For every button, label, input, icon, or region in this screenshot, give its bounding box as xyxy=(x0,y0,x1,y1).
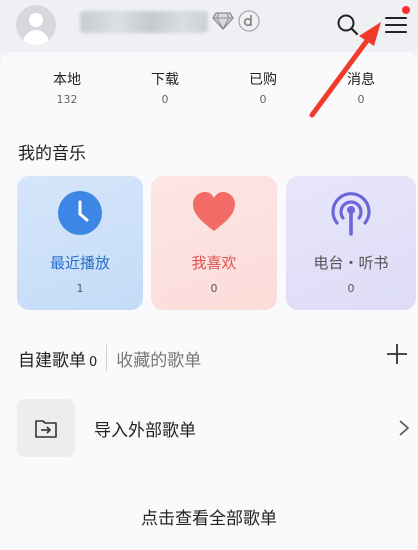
folder-import-icon xyxy=(35,420,57,438)
tab-own-playlists[interactable]: 自建歌单 0 xyxy=(18,346,97,371)
card-count: 1 xyxy=(76,282,84,295)
my-music-title: 我的音乐 xyxy=(18,144,86,164)
stat-messages[interactable]: 消息 0 xyxy=(312,70,410,116)
stat-count: 0 xyxy=(259,93,267,106)
tab-own-label: 自建歌单 xyxy=(18,350,86,371)
view-all-playlists-link[interactable]: 点击查看全部歌单 xyxy=(0,504,418,529)
favorites-card[interactable]: 我喜欢 0 xyxy=(151,176,277,310)
tab-own-count: 0 xyxy=(89,354,98,370)
card-label: 最近播放 xyxy=(49,254,110,272)
card-label-text: 电台・听 xyxy=(313,254,374,272)
import-external-playlist-row[interactable]: 导入外部歌单 xyxy=(0,398,418,458)
hamburger-menu-icon[interactable] xyxy=(382,10,410,38)
search-icon[interactable] xyxy=(335,12,361,38)
stat-count: 132 xyxy=(56,93,78,106)
stat-count: 0 xyxy=(357,93,365,106)
diamond-badge-icon[interactable] xyxy=(212,11,234,31)
stat-local[interactable]: 本地 132 xyxy=(18,70,116,116)
stat-count: 0 xyxy=(161,93,169,106)
my-page-panel: 本地 132 下载 0 已购 0 消息 0 我的音乐 最近播放 1 我喜欢 0 … xyxy=(0,52,418,550)
chevron-right-icon xyxy=(399,420,410,436)
username-blurred[interactable] xyxy=(80,11,208,33)
stat-label: 已购 xyxy=(249,72,277,88)
stat-download[interactable]: 下载 0 xyxy=(116,70,214,116)
notification-dot xyxy=(402,6,410,14)
radio-audiobook-card[interactable]: 电台・听书 0 xyxy=(286,176,416,310)
card-label: 电台・听书 xyxy=(286,252,416,273)
stat-purchased[interactable]: 已购 0 xyxy=(214,70,312,116)
stat-label: 下载 xyxy=(151,72,179,88)
playlist-tabs: 自建歌单 0 收藏的歌单 xyxy=(18,345,201,371)
plus-icon[interactable] xyxy=(386,343,408,365)
stat-label: 消息 xyxy=(347,72,375,88)
d-badge-icon[interactable] xyxy=(238,10,260,32)
card-label-book: 书 xyxy=(373,254,389,272)
import-icon-box xyxy=(17,399,75,457)
avatar[interactable] xyxy=(16,5,56,45)
card-count: 0 xyxy=(210,282,218,295)
heart-icon xyxy=(193,192,235,231)
import-label: 导入外部歌单 xyxy=(94,421,196,441)
recent-play-card[interactable]: 最近播放 1 xyxy=(17,176,143,310)
tab-divider xyxy=(106,345,108,371)
card-label: 我喜欢 xyxy=(191,254,237,272)
top-bar xyxy=(0,0,418,52)
stat-label: 本地 xyxy=(53,72,81,88)
clock-icon xyxy=(58,191,102,235)
tab-favorite-playlists[interactable]: 收藏的歌单 xyxy=(116,346,201,371)
stats-row: 本地 132 下载 0 已购 0 消息 0 xyxy=(0,70,418,116)
card-count: 0 xyxy=(347,282,355,295)
radio-tower-icon xyxy=(331,192,371,236)
